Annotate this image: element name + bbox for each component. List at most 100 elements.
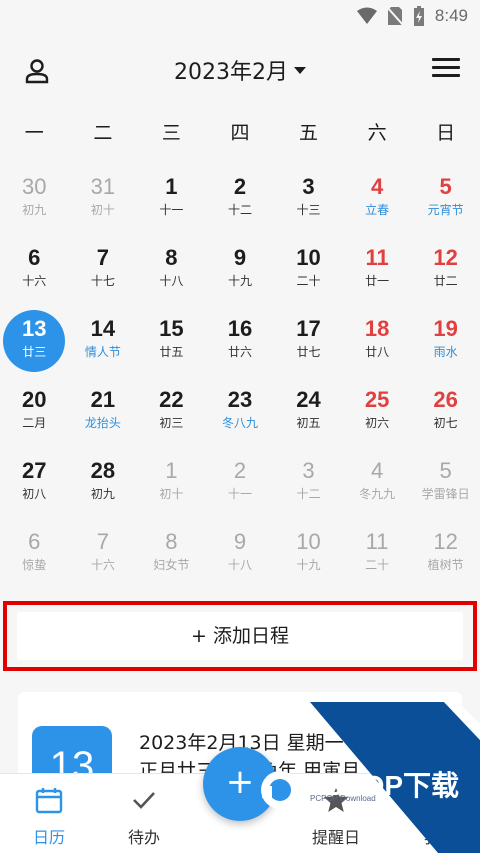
calendar-day[interactable]: 25 初六 — [343, 381, 412, 452]
calendar-day[interactable]: 3 十二 — [274, 452, 343, 523]
calendar-day[interactable]: 17 廿七 — [274, 310, 343, 381]
calendar-day[interactable]: 31 初十 — [69, 168, 138, 239]
day-number: 14 — [90, 316, 116, 341]
lunar-date: 初八 — [22, 487, 47, 501]
calendar-day[interactable]: 22 初三 — [137, 381, 206, 452]
day-number: 2 — [233, 174, 247, 199]
nav-mine[interactable]: 我 — [392, 786, 472, 848]
calendar-day[interactable]: 6 惊蛰 — [0, 523, 69, 594]
day-number: 23 — [227, 387, 253, 412]
nav-calendar[interactable]: 日历 — [9, 786, 89, 848]
day-number: 24 — [296, 387, 321, 412]
calendar-day[interactable]: 4 冬九九 — [343, 452, 412, 523]
day-number: 3 — [302, 458, 315, 483]
calendar-day[interactable]: 8 妇女节 — [137, 523, 206, 594]
day-number: 28 — [90, 458, 116, 483]
calendar-day[interactable]: 10 十九 — [274, 523, 343, 594]
lunar-date: 妇女节 — [153, 558, 190, 572]
calendar-day[interactable]: 16 廿六 — [206, 310, 275, 381]
day-number: 9 — [233, 529, 247, 554]
lunar-date: 二月 — [22, 416, 47, 430]
calendar-day[interactable]: 15 廿五 — [137, 310, 206, 381]
calendar-day[interactable]: 20 二月 — [0, 381, 69, 452]
highlight-box: + 添加日程 — [3, 601, 477, 671]
lunar-date: 十六 — [90, 558, 115, 572]
calendar-day[interactable]: 3 十三 — [274, 168, 343, 239]
day-number: 17 — [296, 316, 321, 341]
calendar-day[interactable]: 18 廿八 — [343, 310, 412, 381]
menu-icon[interactable] — [432, 58, 460, 82]
lunar-date: 初五 — [296, 416, 321, 430]
calendar-day[interactable]: 12 廿二 — [411, 239, 480, 310]
calendar-day[interactable]: 12 植树节 — [411, 523, 480, 594]
weekday-label: 五 — [299, 122, 319, 144]
lunar-date: 学雷锋日 — [421, 487, 470, 501]
calendar-week-row: 20 二月 21 龙抬头 22 初三 23 冬八九 24 初五 25 初六 26 初七 — [0, 381, 480, 452]
calendar-day[interactable]: 11 二十 — [343, 523, 412, 594]
day-number: 8 — [165, 245, 178, 270]
day-number: 10 — [296, 529, 321, 554]
day-number: 25 — [364, 387, 390, 412]
calendar-day[interactable]: 6 十六 — [0, 239, 69, 310]
nav-todo[interactable]: 待办 — [104, 786, 184, 848]
calendar-day[interactable]: 28 初九 — [69, 452, 138, 523]
nav-todo-label: 待办 — [127, 828, 160, 847]
calendar-day[interactable]: 23 冬八九 — [206, 381, 275, 452]
lunar-date: 廿一 — [365, 274, 390, 288]
lunar-date: 廿五 — [159, 345, 184, 359]
nav-remind[interactable]: 提醒日 — [296, 786, 376, 848]
lunar-date: 十九 — [227, 274, 252, 288]
lunar-date: 冬九九 — [359, 487, 396, 501]
clock: 8:49 — [434, 6, 468, 25]
calendar-day[interactable]: 1 初十 — [137, 452, 206, 523]
calendar-grid: 30 初九 31 初十 1 十一 2 十二 3 十三 4 立春 5 元宵节 6 十六 7 十七 8 十八 9 十九 10 二十… — [0, 168, 480, 594]
calendar-day[interactable]: 8 十八 — [137, 239, 206, 310]
day-number: 6 — [28, 245, 41, 270]
calendar-day[interactable]: 2 十二 — [206, 168, 275, 239]
lunar-date: 十一 — [159, 203, 184, 217]
calendar-day[interactable]: 19 雨水 — [411, 310, 480, 381]
day-number: 4 — [370, 174, 384, 199]
calendar-day[interactable]: 9 十八 — [206, 523, 275, 594]
lunar-date: 初十 — [159, 487, 184, 501]
calendar-day[interactable]: 2 十一 — [206, 452, 275, 523]
day-number: 31 — [90, 174, 116, 199]
lunar-date: 初七 — [433, 416, 458, 430]
calendar-day[interactable]: 4 立春 — [343, 168, 412, 239]
calendar-day[interactable]: 7 十六 — [69, 523, 138, 594]
status-bar: 8:49 — [0, 0, 480, 34]
calendar-day[interactable]: 24 初五 — [274, 381, 343, 452]
calendar-day[interactable]: 11 廿一 — [343, 239, 412, 310]
weekday-label: 一 — [24, 122, 44, 144]
calendar-day[interactable]: 14 情人节 — [69, 310, 138, 381]
lunar-date: 冬八九 — [221, 416, 258, 430]
month-selector[interactable]: 2023年2月 — [0, 54, 480, 86]
calendar-day[interactable]: 27 初八 — [0, 452, 69, 523]
lunar-date: 惊蛰 — [22, 558, 47, 572]
check-icon — [133, 792, 155, 809]
lunar-date: 初六 — [365, 416, 390, 430]
calendar-day[interactable]: 1 十一 — [137, 168, 206, 239]
calendar-day-today[interactable]: 13 廿三 — [0, 310, 69, 381]
calendar-day[interactable]: 21 龙抬头 — [69, 381, 138, 452]
weekday-label: 三 — [161, 122, 181, 144]
add-fab-button[interactable]: + — [203, 747, 277, 821]
day-number: 12 — [433, 245, 458, 270]
add-schedule-button[interactable]: + 添加日程 — [17, 612, 463, 660]
lunar-date: 廿二 — [433, 274, 458, 288]
calendar-day[interactable]: 26 初七 — [411, 381, 480, 452]
calendar-day[interactable]: 7 十七 — [69, 239, 138, 310]
lunar-date: 龙抬头 — [84, 416, 121, 430]
weekday-header: 一 二 三 四 五 六 日 — [0, 118, 480, 148]
calendar-day[interactable]: 9 十九 — [206, 239, 275, 310]
day-number: 5 — [439, 174, 452, 199]
calendar-day[interactable]: 5 元宵节 — [411, 168, 480, 239]
day-number: 11 — [365, 529, 389, 554]
calendar-day[interactable]: 5 学雷锋日 — [411, 452, 480, 523]
calendar-day[interactable]: 30 初九 — [0, 168, 69, 239]
day-number: 3 — [302, 174, 315, 199]
calendar-day[interactable]: 10 二十 — [274, 239, 343, 310]
weekday-label: 二 — [93, 122, 113, 144]
lunar-date: 廿六 — [227, 345, 252, 359]
day-number: 18 — [364, 316, 390, 341]
